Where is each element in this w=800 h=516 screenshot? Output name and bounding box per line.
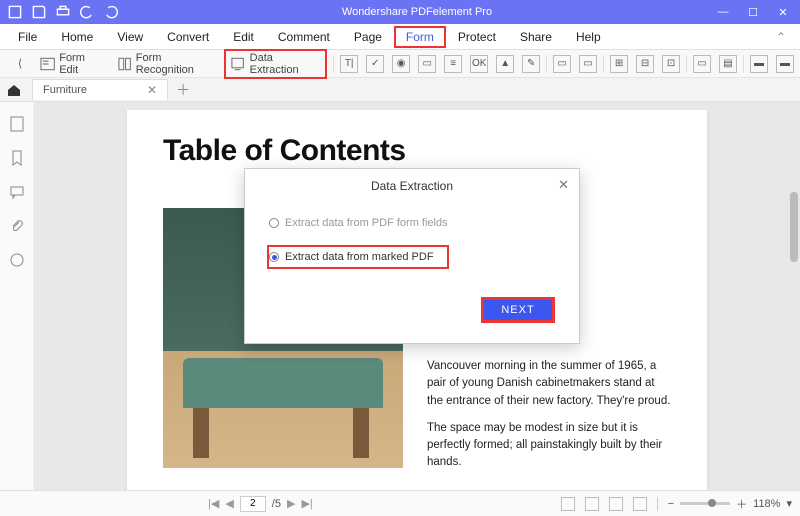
page-number-input[interactable] — [240, 496, 266, 512]
page-navigator: |◀ ◀ /5 ▶ ▶| — [208, 496, 313, 512]
image-field-icon[interactable]: ▲ — [496, 55, 514, 73]
new-tab-button[interactable]: ＋ — [176, 80, 190, 100]
document-tab[interactable]: Furniture ✕ — [32, 79, 168, 100]
radio-field-icon[interactable]: ◉ — [392, 55, 410, 73]
zoom-in-icon[interactable]: ＋ — [736, 496, 747, 512]
menu-share[interactable]: Share — [508, 26, 564, 48]
collapse-ribbon-icon[interactable]: ⌃ — [768, 30, 794, 44]
comments-icon[interactable] — [9, 184, 25, 200]
bookmarks-icon[interactable] — [9, 150, 25, 166]
menu-page[interactable]: Page — [342, 26, 394, 48]
menu-comment[interactable]: Comment — [266, 26, 342, 48]
prev-page-icon[interactable]: ◀ — [225, 497, 233, 510]
menu-help[interactable]: Help — [564, 26, 613, 48]
scrollbar-thumb[interactable] — [790, 192, 798, 262]
maximize-button[interactable]: ☐ — [746, 6, 760, 19]
zoom-value: 118% — [753, 498, 780, 510]
zoom-control: − ＋ 118% ▾ — [668, 496, 792, 512]
titlebar: Wondershare PDFelement Pro — ☐ ✕ — [0, 0, 800, 24]
save-icon[interactable] — [32, 5, 46, 19]
print-icon[interactable] — [56, 5, 70, 19]
checkbox-field-icon[interactable]: ✓ — [366, 55, 384, 73]
toolbar: ⟨ Form Edit Form Recognition Data Extrac… — [0, 50, 800, 78]
align-tool-icon[interactable]: ▭ — [553, 55, 571, 73]
menu-convert[interactable]: Convert — [155, 26, 221, 48]
close-panel-icon[interactable]: ⟨ — [6, 53, 34, 75]
last-page-icon[interactable]: ▶| — [301, 497, 312, 510]
thumbnails-icon[interactable] — [9, 116, 25, 132]
next-button[interactable]: NEXT — [481, 297, 555, 323]
radio-unselected-icon[interactable] — [269, 218, 279, 228]
sidebar — [0, 102, 34, 490]
next-page-icon[interactable]: ▶ — [287, 497, 295, 510]
combo-field-icon[interactable]: ▭ — [418, 55, 436, 73]
undo-icon[interactable] — [80, 5, 94, 19]
minimize-button[interactable]: — — [716, 6, 730, 19]
close-button[interactable]: ✕ — [776, 6, 790, 19]
distribute3-icon[interactable]: ⊡ — [662, 55, 680, 73]
menu-form[interactable]: Form — [394, 26, 446, 48]
zoom-out-icon[interactable]: − — [668, 498, 674, 510]
more2-icon[interactable]: ▤ — [719, 55, 737, 73]
page-heading: Table of Contents — [163, 134, 671, 168]
menu-home[interactable]: Home — [49, 26, 105, 48]
more1-icon[interactable]: ▭ — [693, 55, 711, 73]
distribute1-icon[interactable]: ⊞ — [610, 55, 628, 73]
option-marked-pdf[interactable]: Extract data from marked PDF — [267, 245, 449, 269]
radio-selected-icon[interactable] — [269, 252, 279, 262]
view-continuous-icon[interactable] — [585, 497, 599, 511]
first-page-icon[interactable]: |◀ — [208, 497, 219, 510]
redo-icon[interactable] — [104, 5, 118, 19]
distribute2-icon[interactable]: ⊟ — [636, 55, 654, 73]
attachments-icon[interactable] — [9, 218, 25, 234]
signature-field-icon[interactable]: ✎ — [522, 55, 540, 73]
dialog-title: Data Extraction — [245, 169, 579, 203]
app-menu-icon[interactable] — [8, 5, 22, 19]
menubar: File Home View Convert Edit Comment Page… — [0, 24, 800, 50]
option-form-fields[interactable]: Extract data from PDF form fields — [267, 211, 557, 235]
dialog-close-icon[interactable]: ✕ — [558, 177, 569, 193]
button-field-icon[interactable]: OK — [470, 55, 488, 73]
zoom-dropdown-icon[interactable]: ▾ — [786, 497, 792, 510]
text-field-icon[interactable]: T| — [340, 55, 358, 73]
menu-file[interactable]: File — [6, 26, 49, 48]
more3-icon[interactable]: ▬ — [750, 55, 768, 73]
form-recognition-button[interactable]: Form Recognition — [111, 49, 225, 79]
more4-icon[interactable]: ▬ — [776, 55, 794, 73]
menu-view[interactable]: View — [105, 26, 155, 48]
form-edit-button[interactable]: Form Edit — [34, 49, 111, 79]
search-panel-icon[interactable] — [9, 252, 25, 268]
page-total: /5 — [272, 498, 281, 510]
align-tool2-icon[interactable]: ▭ — [579, 55, 597, 73]
menu-protect[interactable]: Protect — [446, 26, 508, 48]
tab-close-icon[interactable]: ✕ — [147, 83, 157, 97]
window-title: Wondershare PDFelement Pro — [118, 6, 716, 18]
view-single-icon[interactable] — [561, 497, 575, 511]
data-extraction-button[interactable]: Data Extraction — [224, 49, 327, 79]
list-field-icon[interactable]: ≡ — [444, 55, 462, 73]
data-extraction-dialog: Data Extraction ✕ Extract data from PDF … — [244, 168, 580, 344]
tab-label: Furniture — [43, 84, 87, 96]
menu-edit[interactable]: Edit — [221, 26, 266, 48]
statusbar: |◀ ◀ /5 ▶ ▶| − ＋ 118% ▾ — [0, 490, 800, 516]
view-facing-icon[interactable] — [609, 497, 623, 511]
tabbar: Furniture ✕ ＋ — [0, 78, 800, 102]
home-icon[interactable] — [6, 82, 22, 98]
zoom-slider[interactable] — [680, 502, 730, 505]
view-facing-cont-icon[interactable] — [633, 497, 647, 511]
